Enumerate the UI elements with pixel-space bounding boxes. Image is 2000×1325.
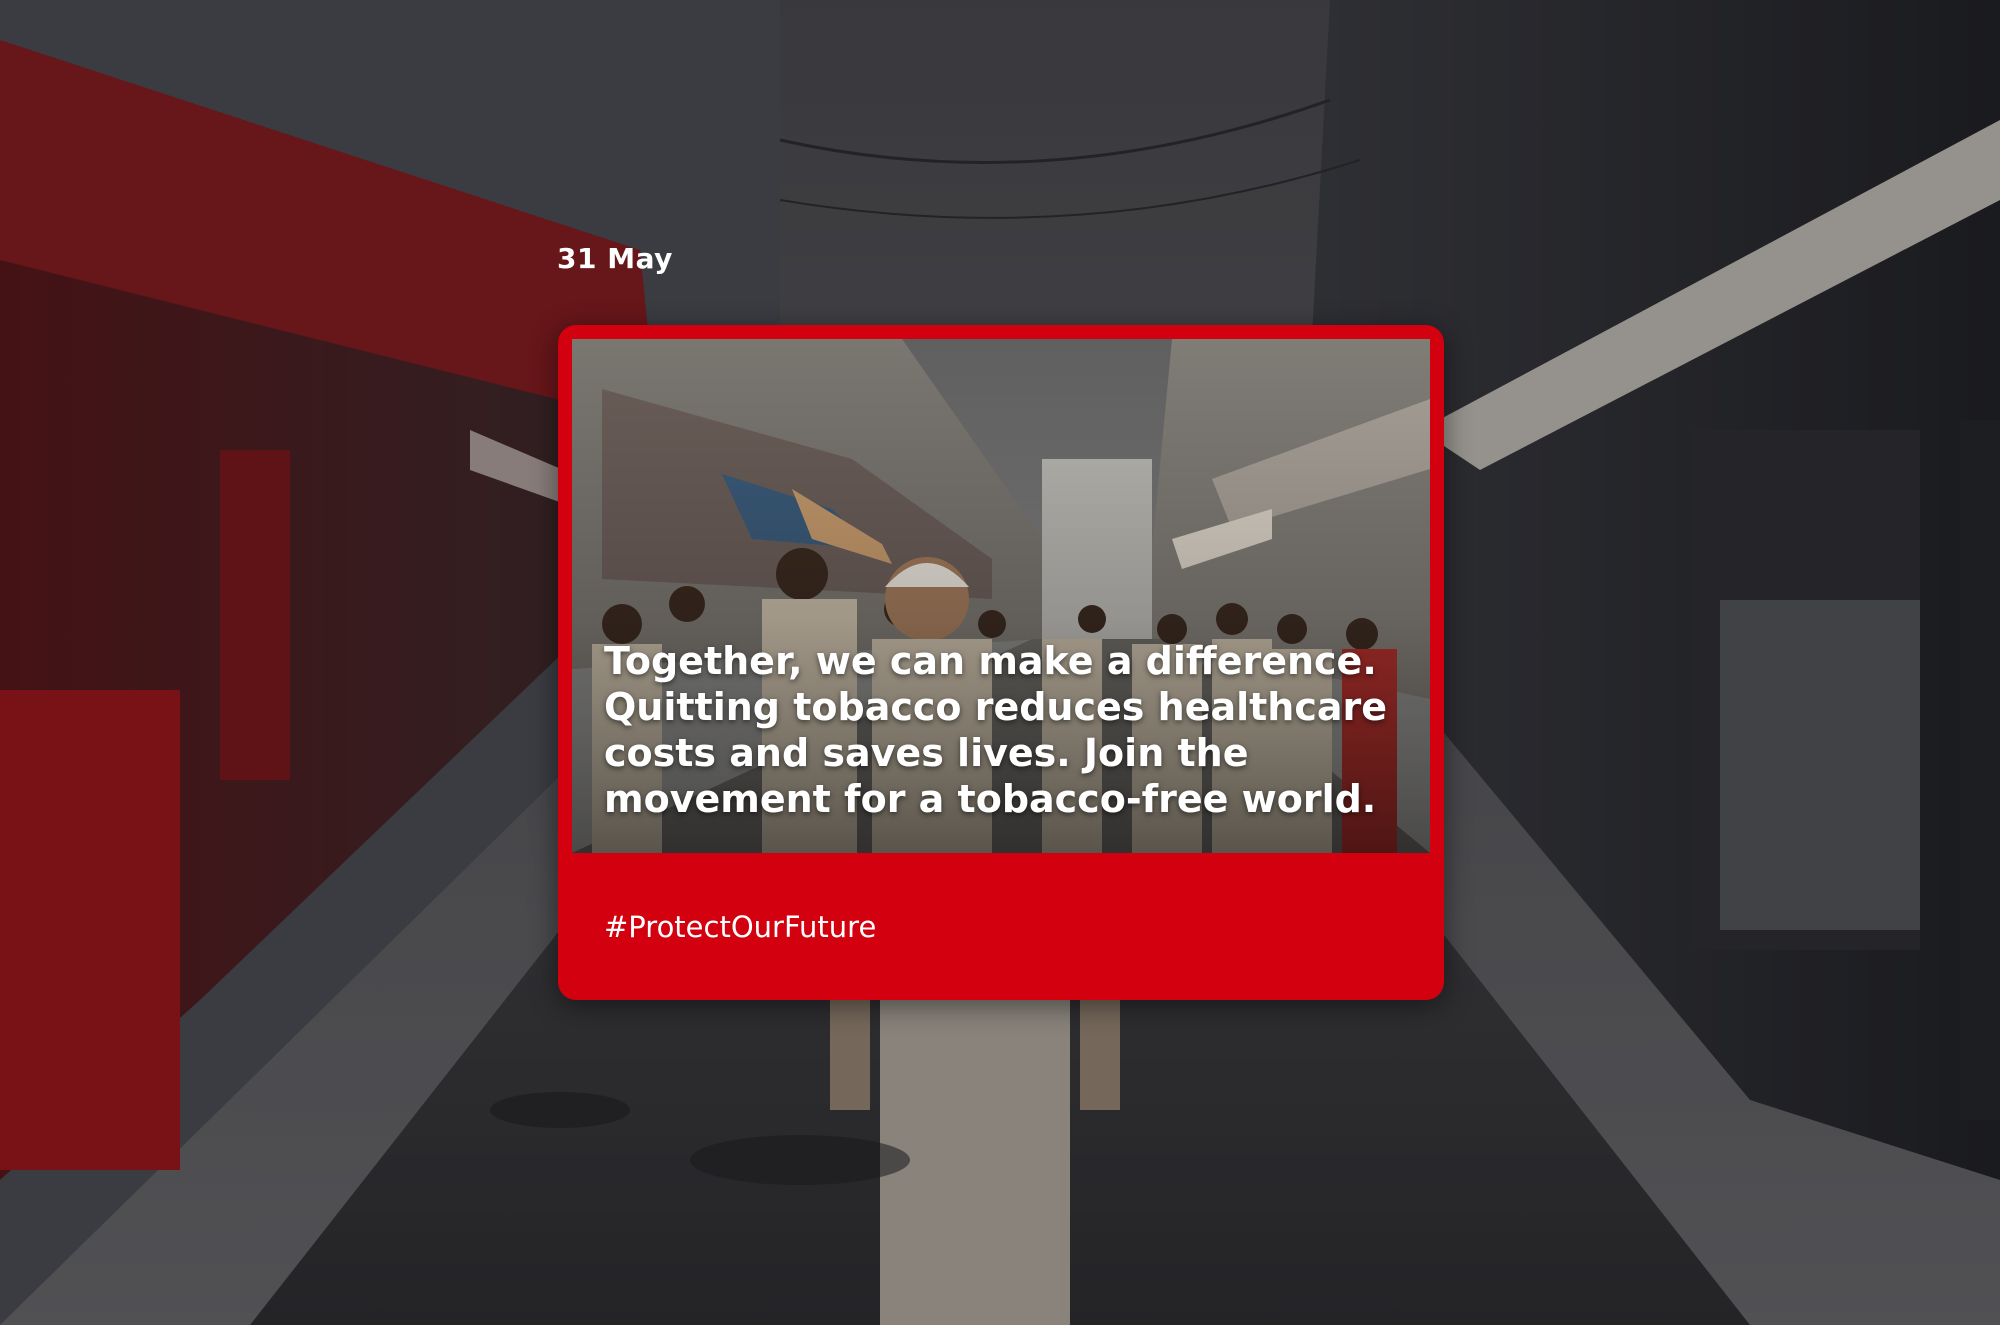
date-label: 31 May xyxy=(557,242,673,275)
post-card: Together, we can make a difference. Quit… xyxy=(558,325,1444,1000)
campaign-message: Together, we can make a difference. Quit… xyxy=(604,639,1388,821)
hashtag-link[interactable]: #ProtectOurFuture xyxy=(604,910,876,944)
